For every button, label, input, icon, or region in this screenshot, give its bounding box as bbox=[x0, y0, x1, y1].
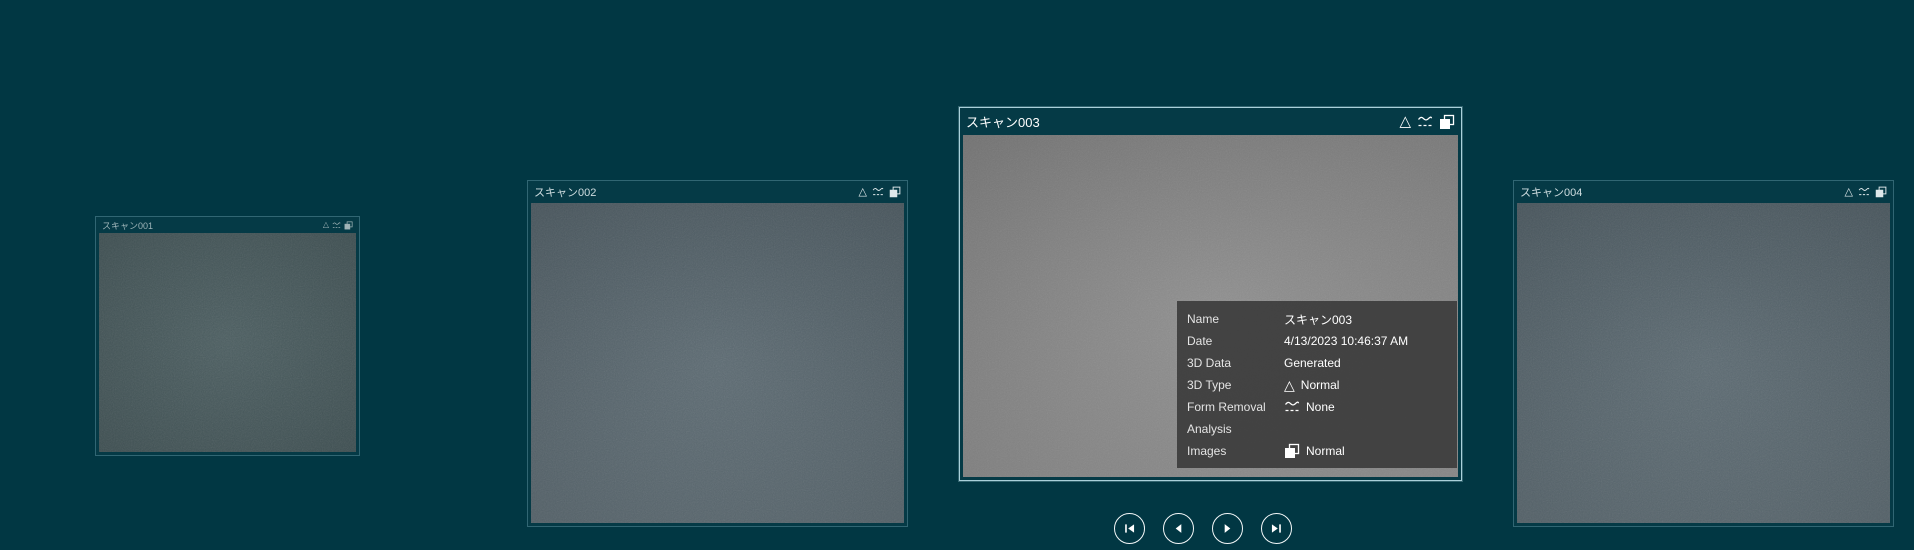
info-label: Date bbox=[1187, 334, 1213, 348]
form-removal-icon bbox=[1417, 114, 1433, 130]
noise-texture bbox=[1517, 203, 1890, 523]
card-status-icons: △ bbox=[323, 221, 353, 230]
card-titlebar: スキャン003 △ bbox=[960, 108, 1461, 135]
info-label: 3D Type bbox=[1187, 378, 1232, 392]
info-row: Images Normal bbox=[1187, 440, 1447, 462]
3d-type-triangle-icon: △ bbox=[858, 185, 867, 198]
scan-card-002[interactable]: スキャン002 △ bbox=[527, 180, 908, 527]
card-title: スキャン003 bbox=[966, 115, 1040, 130]
scan-card-001[interactable]: スキャン001 △ bbox=[95, 216, 360, 456]
info-label: Name bbox=[1187, 312, 1220, 326]
info-row: Name スキャン003 bbox=[1187, 308, 1447, 330]
images-icon bbox=[1875, 186, 1887, 198]
scan-info-panel: Name スキャン003 Date 4/13/2023 10:46:37 AM … bbox=[1177, 301, 1457, 468]
3d-type-triangle-icon: △ bbox=[1399, 113, 1411, 130]
info-value-text: 4/13/2023 10:46:37 AM bbox=[1284, 334, 1409, 348]
scan-card-004[interactable]: スキャン004 △ bbox=[1513, 180, 1894, 527]
info-label: Form Removal bbox=[1187, 400, 1266, 414]
form-removal-icon bbox=[872, 186, 884, 198]
last-button[interactable] bbox=[1261, 513, 1292, 544]
3d-type-triangle-icon: △ bbox=[322, 220, 329, 229]
images-icon bbox=[1285, 443, 1300, 458]
info-value-text: None bbox=[1306, 400, 1335, 414]
info-row: Form Removal None bbox=[1187, 396, 1447, 418]
info-value: Generated bbox=[1284, 356, 1341, 370]
info-value: None bbox=[1284, 399, 1335, 415]
next-icon bbox=[1224, 524, 1231, 533]
form-removal-icon bbox=[332, 221, 341, 230]
skip-last-icon bbox=[1271, 524, 1281, 533]
skip-first-icon bbox=[1125, 524, 1135, 533]
info-value-text: スキャン003 bbox=[1284, 312, 1353, 327]
noise-texture bbox=[531, 203, 904, 523]
card-image bbox=[531, 203, 904, 523]
card-image bbox=[99, 233, 356, 452]
info-value-text: Generated bbox=[1284, 356, 1341, 370]
3d-type-triangle-icon: △ bbox=[1284, 377, 1295, 393]
info-value: 4/13/2023 10:46:37 AM bbox=[1284, 334, 1408, 348]
card-titlebar: スキャン001 △ bbox=[96, 217, 359, 233]
info-label: Analysis bbox=[1187, 422, 1232, 436]
previous-button[interactable] bbox=[1163, 513, 1194, 544]
form-removal-icon bbox=[1858, 186, 1870, 198]
info-value: Normal bbox=[1284, 443, 1345, 459]
carousel-nav bbox=[1114, 513, 1292, 544]
images-icon bbox=[1439, 114, 1455, 130]
card-status-icons: △ bbox=[1845, 186, 1887, 198]
card-title: スキャン001 bbox=[102, 220, 154, 231]
info-row: 3D Type △ Normal bbox=[1187, 374, 1447, 396]
card-title: スキャン004 bbox=[1520, 187, 1583, 199]
info-value-text: Normal bbox=[1300, 378, 1340, 392]
card-titlebar: スキャン002 △ bbox=[528, 181, 907, 203]
noise-texture bbox=[99, 233, 356, 452]
images-icon bbox=[889, 186, 901, 198]
form-removal-icon bbox=[1284, 401, 1300, 412]
info-value-text: Normal bbox=[1306, 444, 1345, 458]
card-titlebar: スキャン004 △ bbox=[1514, 181, 1893, 203]
card-image bbox=[1517, 203, 1890, 523]
first-button[interactable] bbox=[1114, 513, 1145, 544]
card-status-icons: △ bbox=[1399, 114, 1455, 130]
3d-type-triangle-icon: △ bbox=[1844, 185, 1853, 198]
images-icon bbox=[344, 220, 353, 230]
card-title: スキャン002 bbox=[534, 187, 597, 199]
info-label: Images bbox=[1187, 444, 1227, 458]
info-row: Date 4/13/2023 10:46:37 AM bbox=[1187, 330, 1447, 352]
info-value: △ Normal bbox=[1284, 378, 1339, 392]
info-label: 3D Data bbox=[1187, 356, 1232, 370]
card-status-icons: △ bbox=[859, 186, 901, 198]
info-value: スキャン003 bbox=[1284, 311, 1352, 328]
info-row: 3D Data Generated bbox=[1187, 352, 1447, 374]
info-row: Analysis bbox=[1187, 418, 1447, 440]
next-button[interactable] bbox=[1212, 513, 1243, 544]
scan-card-003[interactable]: スキャン003 △ Name スキャン003 Date 4/13/2023 10… bbox=[959, 107, 1462, 481]
previous-icon bbox=[1175, 524, 1182, 533]
